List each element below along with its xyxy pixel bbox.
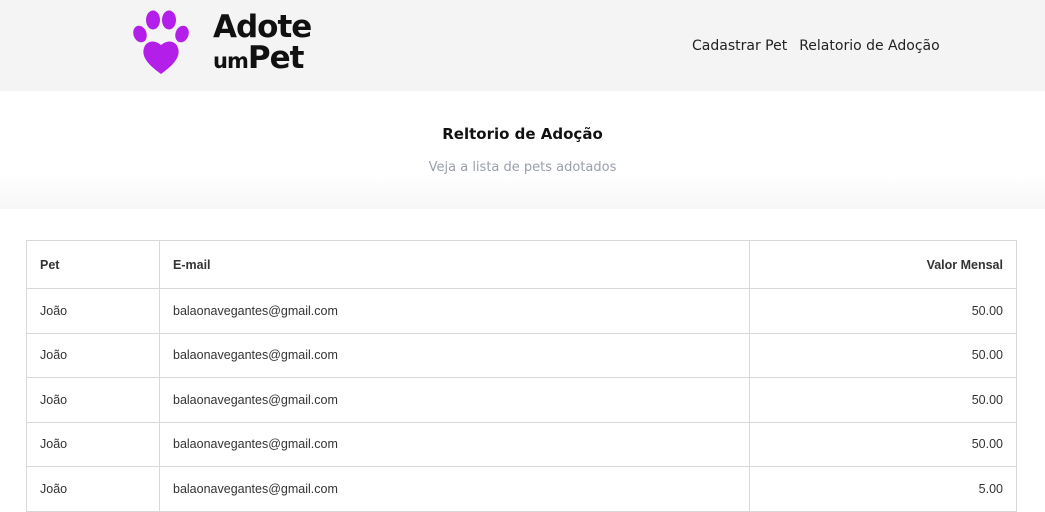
cell-email: balaonavegantes@gmail.com: [159, 466, 750, 512]
column-header-email: E-mail: [159, 240, 750, 289]
cell-pet: João: [26, 466, 160, 512]
cell-valor: 5.00: [749, 466, 1017, 512]
logo-line2: umPet: [213, 40, 305, 76]
page-subtitle: Veja a lista de pets adotados: [428, 160, 617, 175]
table-row: João balaonavegantes@gmail.com 50.00: [26, 377, 1017, 423]
table-row: João balaonavegantes@gmail.com 50.00: [26, 288, 1017, 334]
table-header-row: Pet E-mail Valor Mensal: [26, 240, 1017, 289]
cell-valor: 50.00: [749, 377, 1017, 423]
logo[interactable]: Adote umPet: [132, 9, 332, 76]
cell-email: balaonavegantes@gmail.com: [159, 377, 750, 423]
nav-cadastrar-pet[interactable]: Cadastrar Pet: [692, 38, 787, 54]
cell-pet: João: [26, 421, 160, 467]
logo-line2-big: Pet: [247, 40, 305, 76]
header: Adote umPet Cadastrar Pet Relatorio de A…: [0, 0, 1045, 91]
cell-pet: João: [26, 288, 160, 334]
nav: Cadastrar Pet Relatorio de Adoção: [692, 38, 940, 54]
cell-pet: João: [26, 332, 160, 378]
cell-valor: 50.00: [749, 332, 1017, 378]
column-header-valor: Valor Mensal: [749, 240, 1017, 289]
hero: Reltorio de Adoção Veja a lista de pets …: [0, 91, 1045, 209]
page-title: Reltorio de Adoção: [442, 125, 603, 143]
table-row: João balaonavegantes@gmail.com 50.00: [26, 421, 1017, 467]
logo-line2-small: um: [213, 49, 249, 73]
cell-pet: João: [26, 377, 160, 423]
table-row: João balaonavegantes@gmail.com 50.00: [26, 332, 1017, 378]
cell-valor: 50.00: [749, 421, 1017, 467]
cell-email: balaonavegantes@gmail.com: [159, 421, 750, 467]
cell-email: balaonavegantes@gmail.com: [159, 288, 750, 334]
cell-email: balaonavegantes@gmail.com: [159, 332, 750, 378]
nav-relatorio-adocao[interactable]: Relatorio de Adoção: [799, 38, 939, 54]
column-header-pet: Pet: [26, 240, 160, 289]
adoption-table: Pet E-mail Valor Mensal João balaonavega…: [26, 240, 1017, 512]
cell-valor: 50.00: [749, 288, 1017, 334]
paw-icon: [133, 10, 189, 74]
table-row: João balaonavegantes@gmail.com 5.00: [26, 466, 1017, 512]
